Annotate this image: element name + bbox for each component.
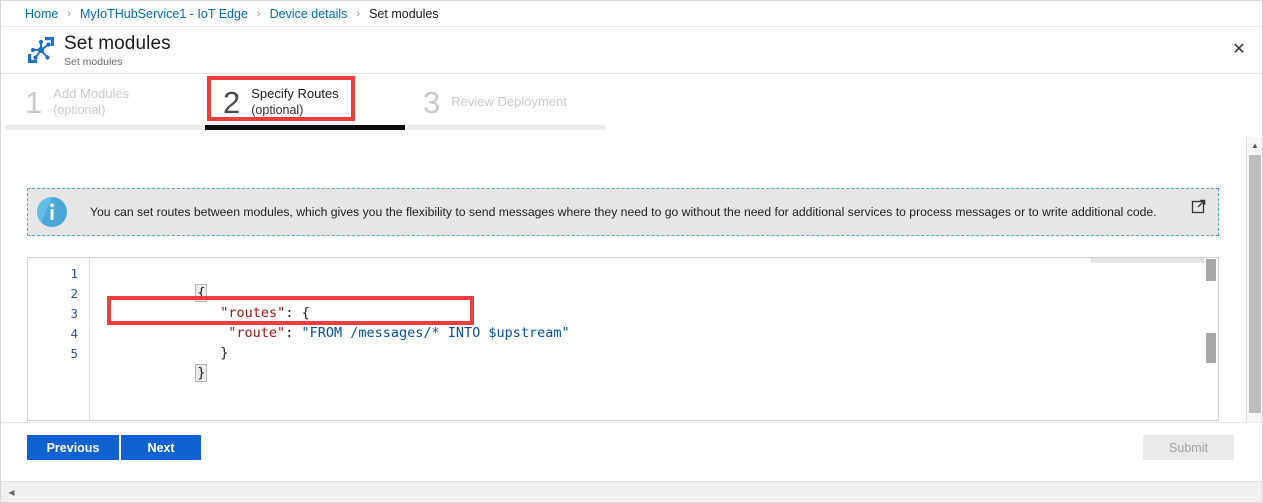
breadcrumb: Home › MyIoTHubService1 - IoT Edge › Dev…	[1, 1, 1262, 27]
code-line-1: {	[115, 263, 208, 302]
submit-button[interactable]: Submit	[1143, 435, 1234, 460]
editor-vertical-scroll-thumb[interactable]	[1206, 259, 1216, 281]
page-header: Set modules Set modules ✕	[1, 28, 1262, 74]
scroll-left-arrow-icon[interactable]: ◀	[3, 482, 20, 502]
wizard-step-specify-routes[interactable]: 2 Specify Routes (optional)	[223, 79, 339, 125]
info-banner-text: You can set routes between modules, whic…	[90, 205, 1157, 219]
editor-line-number-gutter: 1 2 3 4 5	[28, 258, 90, 420]
step-label: Add Modules	[53, 86, 130, 101]
step-number: 3	[423, 84, 441, 120]
wizard-step-review-deployment[interactable]: 3 Review Deployment	[423, 79, 567, 125]
routes-json-editor[interactable]: 1 2 3 4 5 { "routes": { "route": "FROM /…	[27, 257, 1219, 421]
close-icon[interactable]: ✕	[1224, 35, 1254, 65]
line-number: 2	[70, 286, 78, 301]
step-optional-label: (optional)	[251, 103, 304, 117]
page-subtitle: Set modules	[64, 56, 123, 68]
code-line-4: }	[139, 323, 228, 361]
code-line-5: }	[115, 343, 208, 382]
page-title: Set modules	[64, 33, 171, 54]
breadcrumb-item-home[interactable]: Home	[25, 7, 58, 21]
breadcrumb-separator-icon: ›	[356, 7, 361, 20]
wizard-step-add-modules[interactable]: 1 Add Modules (optional)	[25, 79, 129, 125]
set-modules-page: Home › MyIoTHubService1 - IoT Edge › Dev…	[0, 0, 1263, 503]
wizard-footer: Previous Next Submit	[1, 422, 1262, 480]
info-banner: You can set routes between modules, whic…	[27, 188, 1219, 236]
code-token: }	[220, 345, 229, 361]
line-number: 1	[70, 266, 78, 281]
next-button[interactable]: Next	[121, 435, 201, 460]
step-rule-3	[407, 125, 605, 130]
previous-button[interactable]: Previous	[27, 435, 119, 460]
code-token: :	[285, 325, 302, 341]
step-number: 2	[223, 84, 241, 120]
page-horizontal-scrollbar[interactable]: ◀	[1, 481, 1262, 502]
step-label: Review Deployment	[451, 94, 567, 109]
step-optional-label: (optional)	[53, 103, 106, 117]
breadcrumb-separator-icon: ›	[67, 7, 72, 20]
breadcrumb-separator-icon: ›	[256, 7, 261, 20]
external-link-icon[interactable]	[1191, 198, 1207, 214]
step-label: Specify Routes	[251, 86, 339, 101]
iot-edge-modules-icon	[25, 34, 57, 66]
editor-horizontal-scroll-thumb[interactable]	[1091, 258, 1217, 263]
info-circle-icon	[28, 189, 76, 235]
line-number: 4	[70, 326, 78, 341]
breadcrumb-item-device-details[interactable]: Device details	[270, 7, 348, 21]
scroll-up-arrow-icon[interactable]: ▲	[1247, 137, 1262, 153]
editor-vertical-scrollbar[interactable]	[1204, 258, 1218, 420]
breadcrumb-item-set-modules: Set modules	[369, 6, 439, 21]
step-rule-1	[5, 125, 203, 130]
breadcrumb-item-iothub[interactable]: MyIoTHubService1 - IoT Edge	[80, 7, 248, 21]
code-line-2: "routes": {	[139, 283, 309, 321]
line-number: 3	[70, 306, 78, 321]
page-vertical-scroll-thumb[interactable]	[1249, 155, 1261, 413]
wizard-steps: 1 Add Modules (optional) 2 Specify Route…	[1, 75, 1262, 131]
code-line-3: "route": "FROM /messages/* INTO $upstrea…	[147, 303, 569, 341]
code-token: }	[195, 364, 208, 382]
editor-code-area[interactable]: { "routes": { "route": "FROM /messages/*…	[91, 258, 1218, 420]
step-rule-2-active	[205, 125, 405, 130]
editor-overview-ruler-marker	[1206, 333, 1216, 363]
line-number: 5	[70, 346, 78, 361]
step-number: 1	[25, 84, 43, 120]
code-token: "route"	[228, 325, 286, 341]
editor-horizontal-scrollbar[interactable]	[91, 258, 1218, 263]
code-token: "FROM /messages/* INTO $upstream"	[301, 325, 570, 341]
